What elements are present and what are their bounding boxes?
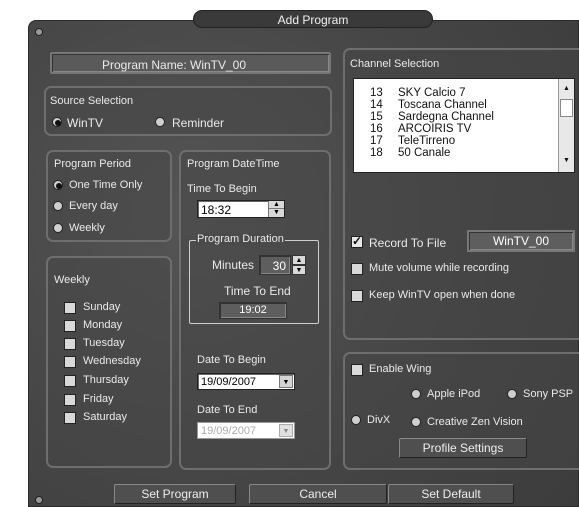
creative-zen-radio[interactable] [411, 417, 421, 427]
date-to-begin-label: Date To Begin [197, 354, 266, 366]
profile-settings-button[interactable]: Profile Settings [399, 438, 527, 458]
date-to-end-select[interactable]: 19/09/2007 ▼ [197, 422, 295, 439]
time-to-begin-label: Time To Begin [187, 183, 257, 195]
screw-icon [35, 28, 43, 36]
tuesday-label: Tuesday [83, 337, 125, 349]
wing-panel: Enable Wing Apple iPod Sony PSP DivX Cre… [343, 352, 579, 470]
sunday-checkbox[interactable] [64, 302, 76, 314]
program-duration-group: Program Duration Minutes 30 ▲ ▼ Time To … [189, 233, 319, 324]
wednesday-checkbox[interactable] [64, 356, 76, 368]
source-reminder-label: Reminder [172, 116, 225, 130]
keep-open-checkbox[interactable] [351, 290, 363, 302]
chevron-down-icon[interactable]: ▼ [279, 424, 293, 437]
sony-psp-label: Sony PSP [523, 388, 574, 400]
source-wintv-label: WinTV [67, 116, 103, 130]
list-item[interactable]: 15 Sardegna Channel [370, 111, 494, 123]
record-to-file-label: Record To File [369, 236, 447, 250]
program-name-field[interactable]: Program Name: WinTV_00 [50, 52, 331, 74]
set-program-button[interactable]: Set Program [114, 484, 236, 504]
time-to-begin-input[interactable]: 18:32 ▲ ▼ [197, 200, 285, 218]
record-to-file-checkbox[interactable] [351, 234, 363, 248]
program-period-title: Program Period [54, 158, 132, 170]
apple-ipod-radio[interactable] [411, 389, 421, 399]
time-to-end-label: Time To End [224, 284, 291, 298]
divx-label: DivX [367, 414, 391, 426]
period-every-day-label: Every day [69, 200, 118, 212]
list-item[interactable]: 16 ARCOIRIS TV [370, 123, 471, 135]
channel-selection-title: Channel Selection [350, 58, 440, 70]
apple-ipod-label: Apple iPod [427, 388, 481, 400]
program-name-label: Program Name: [102, 58, 187, 72]
tuesday-checkbox[interactable] [64, 338, 76, 350]
minutes-up-arrow-icon[interactable]: ▲ [292, 255, 306, 265]
set-default-button[interactable]: Set Default [388, 484, 514, 504]
program-duration-title: Program Duration [196, 233, 285, 245]
time-to-begin-value: 18:32 [201, 203, 232, 217]
friday-label: Friday [83, 393, 114, 405]
thursday-label: Thursday [83, 374, 129, 386]
monday-label: Monday [83, 319, 123, 331]
date-to-begin-value: 19/09/2007 [201, 376, 257, 388]
period-weekly-radio[interactable] [53, 223, 63, 233]
time-to-end-field: 19:02 [219, 302, 287, 319]
program-period-panel: Program Period One Time Only Every day W… [46, 150, 172, 242]
source-selection-title: Source Selection [50, 95, 134, 107]
channel-list[interactable]: 13 SKY Calcio 7 14 Toscana Channel 15 Sarde… [353, 78, 575, 173]
time-to-end-value: 19:02 [239, 304, 267, 316]
program-name-value: WinTV_00 [190, 58, 247, 72]
scroll-down-arrow-icon[interactable]: ▼ [563, 157, 570, 164]
cancel-button[interactable]: Cancel [249, 484, 387, 504]
weekly-panel: Weekly Sunday Monday Tuesday Wednesday T… [46, 256, 172, 468]
date-to-end-label: Date To End [197, 404, 258, 416]
friday-checkbox[interactable] [64, 394, 76, 406]
period-every-day-radio[interactable] [53, 201, 63, 211]
saturday-checkbox[interactable] [64, 412, 76, 424]
minutes-label: Minutes [212, 258, 255, 272]
minutes-input[interactable]: 30 [259, 255, 291, 275]
wednesday-label: Wednesday [83, 355, 141, 367]
program-datetime-title: Program DateTime [187, 158, 280, 170]
saturday-label: Saturday [83, 411, 128, 423]
scroll-up-arrow-icon[interactable]: ▲ [563, 85, 570, 92]
sony-psp-radio[interactable] [507, 389, 517, 399]
list-item[interactable]: 13 SKY Calcio 7 [370, 87, 466, 99]
keep-open-label: Keep WinTV open when done [369, 289, 516, 301]
time-down-arrow-icon[interactable]: ▼ [268, 209, 284, 217]
thursday-checkbox[interactable] [64, 375, 76, 387]
sunday-label: Sunday [83, 301, 121, 313]
date-to-end-value: 19/09/2007 [201, 425, 257, 437]
period-weekly-label: Weekly [69, 222, 105, 234]
source-reminder-radio[interactable] [155, 117, 165, 127]
channel-scrollbar[interactable]: ▲ ▼ [558, 79, 574, 172]
mute-volume-label: Mute volume while recording [369, 262, 510, 274]
mute-volume-checkbox[interactable] [351, 263, 363, 275]
scroll-thumb[interactable] [560, 99, 573, 117]
divx-radio[interactable] [351, 415, 361, 425]
enable-wing-label: Enable Wing [369, 363, 432, 375]
chevron-down-icon[interactable]: ▼ [279, 375, 293, 388]
minutes-down-arrow-icon[interactable]: ▼ [292, 265, 306, 275]
period-one-time-label: One Time Only [69, 179, 143, 191]
weekly-title: Weekly [54, 274, 90, 286]
period-one-time-radio[interactable] [53, 180, 63, 190]
program-datetime-panel: Program DateTime Time To Begin 18:32 ▲ ▼… [179, 150, 331, 470]
minutes-value: 30 [272, 259, 286, 273]
record-file-input[interactable]: WinTV_00 [467, 230, 575, 252]
list-item[interactable]: 18 50 Canale [370, 147, 450, 159]
screw-icon [35, 496, 43, 504]
list-item[interactable]: 17 TeleTirreno [370, 135, 455, 147]
record-file-value: WinTV_00 [492, 234, 550, 248]
time-up-arrow-icon[interactable]: ▲ [268, 201, 284, 209]
source-wintv-radio[interactable] [52, 117, 62, 127]
creative-zen-label: Creative Zen Vision [427, 416, 523, 428]
monday-checkbox[interactable] [64, 320, 76, 332]
enable-wing-checkbox[interactable] [351, 364, 363, 376]
dialog-title: Add Program [193, 10, 433, 28]
date-to-begin-select[interactable]: 19/09/2007 ▼ [197, 373, 295, 390]
list-item[interactable]: 14 Toscana Channel [370, 99, 487, 111]
source-selection-panel: Source Selection WinTV Reminder [44, 86, 332, 136]
channel-selection-panel: Channel Selection 13 SKY Calcio 7 14 Tosca… [343, 48, 579, 340]
